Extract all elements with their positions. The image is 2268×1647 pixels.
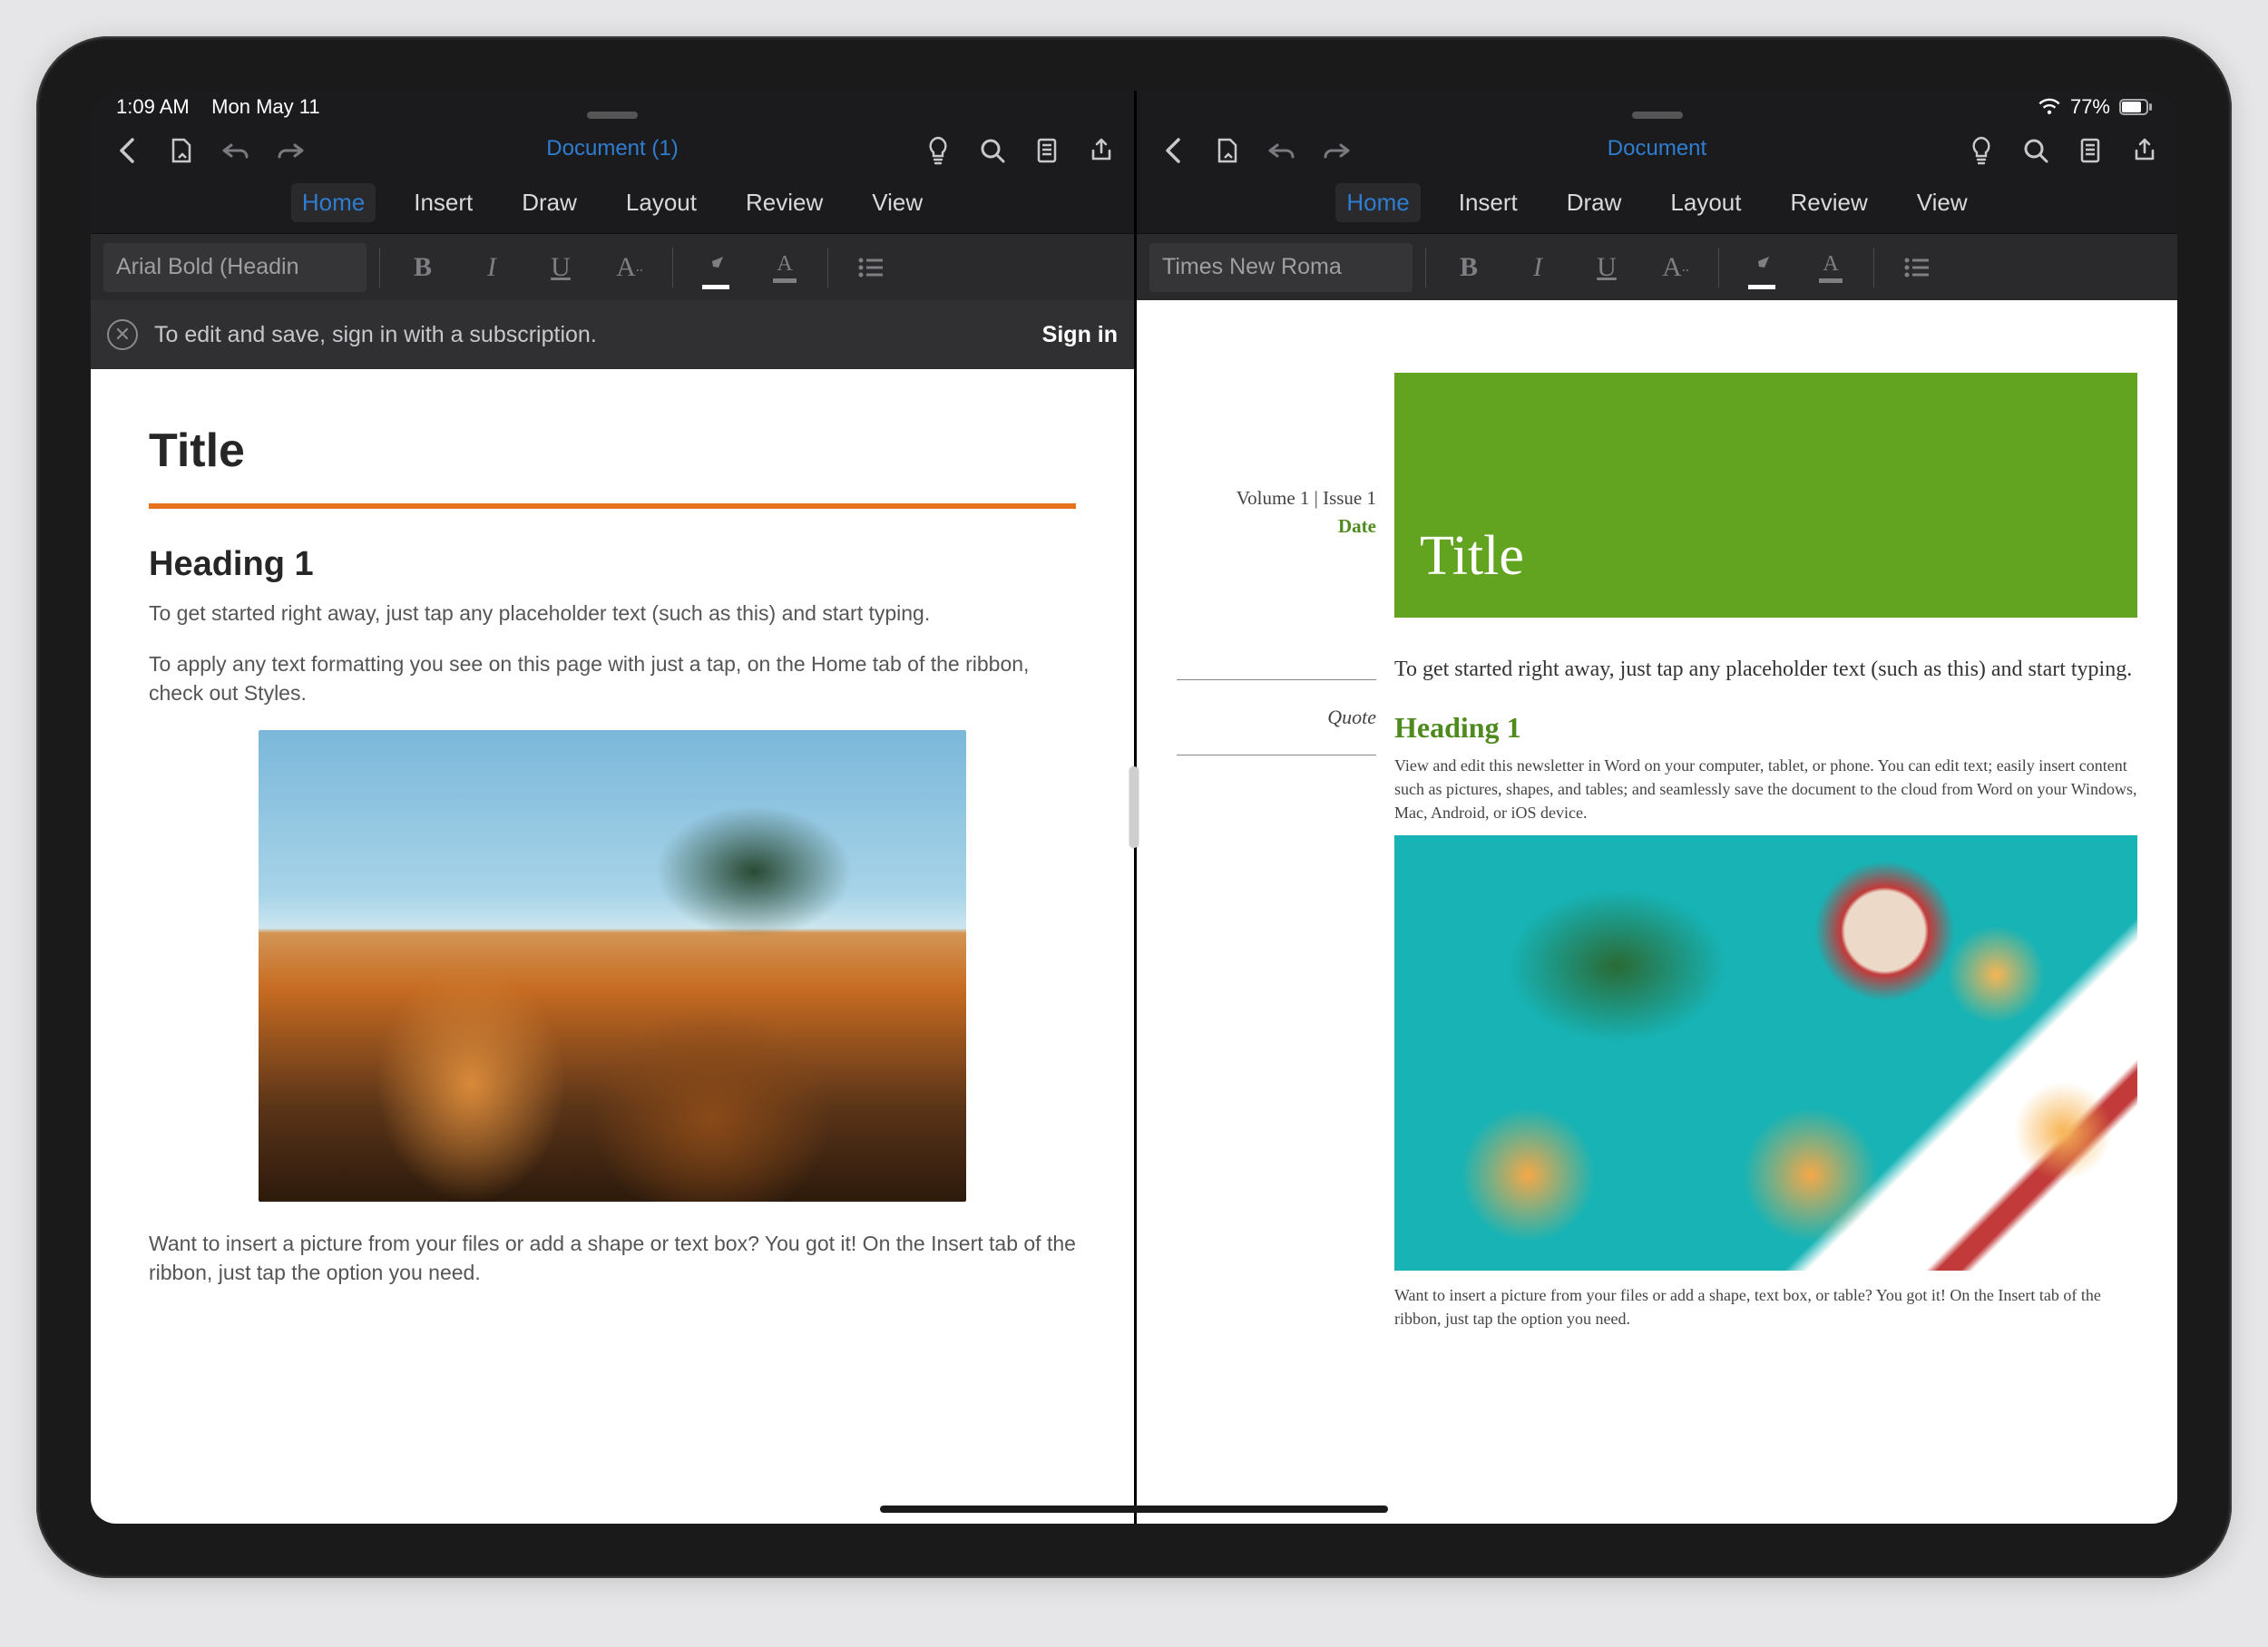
bold-button[interactable]: B: [393, 243, 453, 292]
tab-home[interactable]: Home: [291, 183, 376, 222]
tab-home[interactable]: Home: [1335, 183, 1420, 222]
newsletter-meta[interactable]: Volume 1 | Issue 1 Date: [1177, 373, 1376, 618]
file-actions-button[interactable]: [158, 127, 205, 174]
font-selector[interactable]: Times New Roma: [1149, 243, 1413, 292]
italic-button[interactable]: I: [1508, 243, 1568, 292]
ribbon-right: Times New Roma B I U A.. A: [1137, 233, 2177, 300]
doc-title-text[interactable]: Title: [149, 424, 1076, 478]
status-left: 1:09 AM Mon May 11: [116, 95, 320, 119]
undo-button[interactable]: [1258, 127, 1305, 174]
separator: [1873, 248, 1874, 287]
back-button[interactable]: [103, 127, 151, 174]
search-button[interactable]: [969, 127, 1016, 174]
reading-view-button[interactable]: [2067, 127, 2114, 174]
newsletter-date[interactable]: Date: [1177, 515, 1376, 538]
font-selector[interactable]: Arial Bold (Headin: [103, 243, 367, 292]
sign-in-button[interactable]: Sign in: [1042, 322, 1118, 348]
ideas-button[interactable]: [914, 127, 962, 174]
dismiss-info-button[interactable]: ✕: [107, 319, 138, 350]
page-right[interactable]: Volume 1 | Issue 1 Date Title Quote: [1137, 300, 2177, 1524]
left-pane: Document (1) Home Insert Draw Layout Rev…: [91, 91, 1134, 1524]
bullets-button[interactable]: [841, 243, 901, 292]
doc-heading[interactable]: Heading 1: [149, 545, 1076, 584]
doc-image-apricots[interactable]: [1394, 835, 2137, 1271]
back-button[interactable]: [1149, 127, 1197, 174]
separator: [672, 248, 673, 287]
screen: 1:09 AM Mon May 11 77%: [91, 91, 2177, 1524]
underline-button[interactable]: U: [531, 243, 591, 292]
tab-layout[interactable]: Layout: [1659, 183, 1752, 222]
italic-button[interactable]: I: [462, 243, 522, 292]
highlight-button[interactable]: [1732, 243, 1792, 292]
newsletter-caption[interactable]: Want to insert a picture from your files…: [1394, 1283, 2137, 1330]
status-bar: 1:09 AM Mon May 11 77%: [91, 91, 2177, 123]
title-bar-left: Document (1): [91, 123, 1134, 178]
tab-insert[interactable]: Insert: [1448, 183, 1529, 222]
ideas-button[interactable]: [1958, 127, 2005, 174]
wifi-icon: [2038, 98, 2061, 116]
split-view-grabber[interactable]: [1129, 766, 1139, 848]
thin-rule: [1177, 679, 1376, 680]
font-color-button[interactable]: A: [755, 243, 815, 292]
doc-image-beach[interactable]: [259, 730, 966, 1202]
home-indicator[interactable]: [880, 1506, 1388, 1513]
tab-review[interactable]: Review: [1780, 183, 1879, 222]
tab-insert[interactable]: Insert: [403, 183, 484, 222]
redo-button[interactable]: [1313, 127, 1360, 174]
reading-view-button[interactable]: [1023, 127, 1070, 174]
battery-percent: 77%: [2070, 95, 2110, 119]
separator: [1425, 248, 1426, 287]
tab-draw[interactable]: Draw: [511, 183, 588, 222]
doc-title-left[interactable]: Document (1): [546, 136, 678, 161]
document-area-left[interactable]: Title Heading 1 To get started right awa…: [91, 369, 1134, 1524]
title-banner[interactable]: Title: [1394, 373, 2137, 618]
share-button[interactable]: [1078, 127, 1125, 174]
doc-title-right[interactable]: Document: [1608, 136, 1706, 161]
status-time: 1:09 AM: [116, 95, 190, 118]
intro-text[interactable]: To get started right away, just tap any …: [1394, 654, 2137, 686]
document-area-right[interactable]: Volume 1 | Issue 1 Date Title Quote: [1137, 300, 2177, 1524]
separator: [827, 248, 828, 287]
info-message: To edit and save, sign in with a subscri…: [154, 322, 597, 348]
doc-paragraph-2[interactable]: To apply any text formatting you see on …: [149, 649, 1076, 707]
ribbon-tabs-left: Home Insert Draw Layout Review View: [91, 178, 1134, 233]
search-button[interactable]: [2012, 127, 2059, 174]
highlight-button[interactable]: [686, 243, 746, 292]
doc-paragraph-3[interactable]: Want to insert a picture from your files…: [149, 1229, 1076, 1287]
volume-issue[interactable]: Volume 1 | Issue 1: [1177, 487, 1376, 510]
newsletter-heading[interactable]: Heading 1: [1394, 711, 2137, 745]
separator: [1718, 248, 1719, 287]
status-date: Mon May 11: [211, 95, 319, 118]
redo-button[interactable]: [267, 127, 314, 174]
orange-rule: [149, 503, 1076, 509]
file-actions-button[interactable]: [1204, 127, 1251, 174]
banner-title-text[interactable]: Title: [1420, 524, 1524, 589]
title-bar-right: Document: [1137, 123, 2177, 178]
separator: [379, 248, 380, 287]
share-button[interactable]: [2121, 127, 2168, 174]
ribbon-left: Arial Bold (Headin B I U A.. A: [91, 233, 1134, 300]
battery-icon: [2119, 99, 2152, 115]
more-font-button[interactable]: A..: [1646, 243, 1706, 292]
tab-view[interactable]: View: [861, 183, 934, 222]
doc-paragraph-1[interactable]: To get started right away, just tap any …: [149, 599, 1076, 628]
undo-button[interactable]: [212, 127, 259, 174]
status-right: 77%: [2038, 95, 2152, 119]
font-color-button[interactable]: A: [1801, 243, 1861, 292]
quote-box[interactable]: Quote: [1177, 706, 1376, 729]
subscription-info-bar: ✕ To edit and save, sign in with a subsc…: [91, 300, 1134, 369]
more-font-button[interactable]: A..: [600, 243, 660, 292]
right-pane: Document Home Insert Draw Layout Review …: [1134, 91, 2177, 1524]
tab-review[interactable]: Review: [735, 183, 834, 222]
newsletter-body[interactable]: View and edit this newsletter in Word on…: [1394, 754, 2137, 824]
bold-button[interactable]: B: [1439, 243, 1499, 292]
bullets-button[interactable]: [1887, 243, 1947, 292]
page-left[interactable]: Title Heading 1 To get started right awa…: [91, 369, 1134, 1524]
tab-layout[interactable]: Layout: [615, 183, 708, 222]
ribbon-tabs-right: Home Insert Draw Layout Review View: [1137, 178, 2177, 233]
ipad-frame: 1:09 AM Mon May 11 77%: [36, 36, 2232, 1578]
underline-button[interactable]: U: [1577, 243, 1637, 292]
tab-draw[interactable]: Draw: [1556, 183, 1633, 222]
tab-view[interactable]: View: [1906, 183, 1979, 222]
